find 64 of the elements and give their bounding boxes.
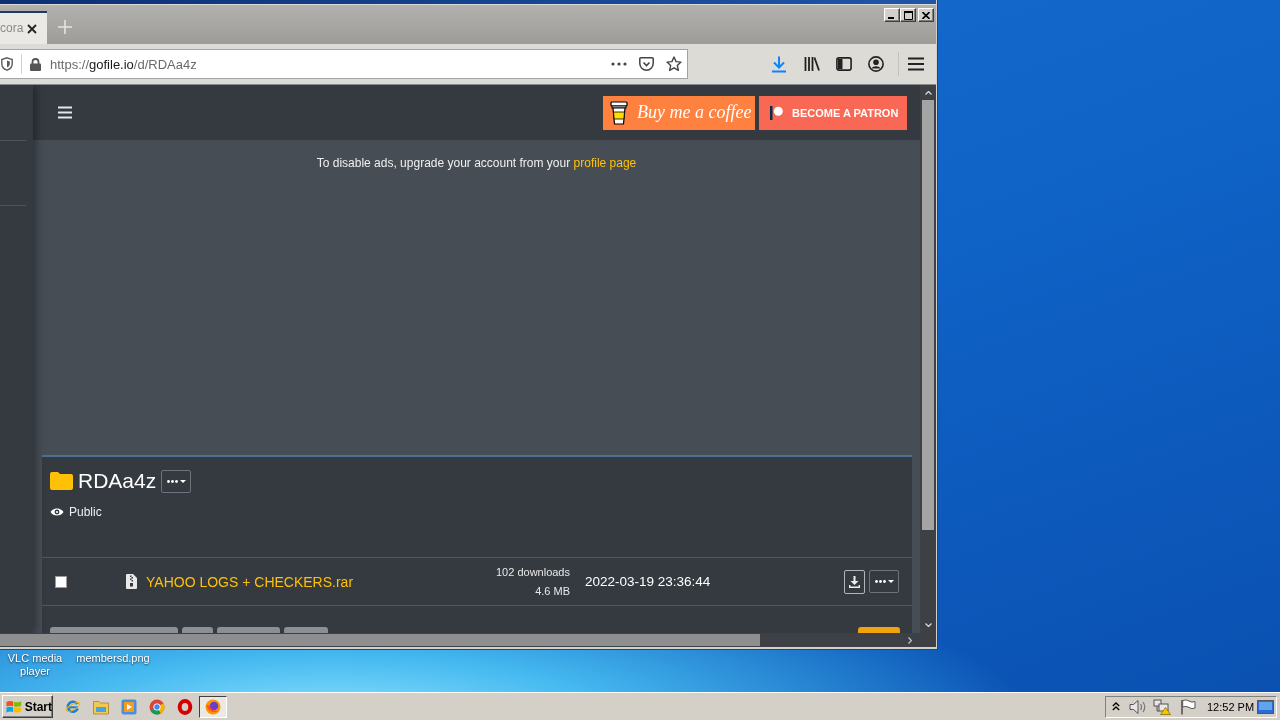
network-icon[interactable] <box>1153 698 1171 715</box>
visibility-label: Public <box>69 505 102 519</box>
lock-icon[interactable] <box>30 57 41 71</box>
sidebar-icon[interactable] <box>836 57 852 71</box>
download-button[interactable] <box>844 569 865 594</box>
orbit-ring-icon <box>65 698 81 715</box>
speaker-icon[interactable] <box>1129 698 1147 715</box>
clock-text[interactable]: 12:52 PM <box>1207 700 1255 713</box>
desktop-icon-label[interactable]: VLC media player <box>2 652 68 678</box>
caret-icon <box>887 580 894 583</box>
taskbar-app-button[interactable] <box>199 695 227 718</box>
flag-icon[interactable] <box>1180 698 1196 715</box>
download-icon[interactable] <box>771 55 787 73</box>
folder-icon <box>93 698 109 715</box>
star-icon[interactable] <box>666 56 682 72</box>
file-size: 4.6 MB <box>535 583 570 599</box>
coffee-cup-icon <box>610 100 628 125</box>
horizontal-scrollbar[interactable] <box>0 633 920 647</box>
ring-icon <box>177 698 193 715</box>
more-icon <box>166 479 178 483</box>
vertical-scrollbar[interactable] <box>920 85 936 633</box>
scrollbar-thumb[interactable] <box>922 100 934 530</box>
download-count: 102 downloads <box>496 564 570 580</box>
wheel-icon <box>149 698 165 715</box>
file-checkbox[interactable] <box>55 575 67 588</box>
pocket-icon[interactable] <box>639 57 654 71</box>
profile-link[interactable]: profile page <box>573 156 637 170</box>
archive-file-icon <box>126 574 137 589</box>
more-icon[interactable] <box>611 62 627 66</box>
tab-title: cora <box>0 21 24 36</box>
folder-name: RDAa4z <box>78 468 157 494</box>
patron-button[interactable]: BECOME A PATRON <box>759 95 907 130</box>
monitor-icon[interactable] <box>1257 699 1274 714</box>
close-icon[interactable] <box>27 23 37 34</box>
download-icon <box>849 575 860 588</box>
file-name-link[interactable]: YAHOO LOGS + CHECKERS.rar <box>146 573 354 590</box>
browser-tab[interactable]: cora <box>0 11 47 44</box>
close-icon <box>922 11 930 19</box>
globe-icon <box>205 698 221 715</box>
folder-icon <box>50 472 73 490</box>
play-icon <box>121 698 137 715</box>
scrollbar-thumb[interactable] <box>0 634 760 646</box>
caret-icon <box>179 479 186 483</box>
address-bar[interactable]: https://gofile.io/d/RDAa4z <box>0 49 688 79</box>
shield-icon[interactable] <box>1 57 13 71</box>
maximize-button[interactable] <box>900 8 916 22</box>
minimize-button[interactable] <box>884 8 900 22</box>
folder-menu-button[interactable] <box>161 469 192 493</box>
eye-icon <box>50 507 64 517</box>
start-button[interactable]: Start <box>2 695 53 718</box>
more-icon <box>874 580 886 583</box>
flag-icon <box>6 699 22 714</box>
close-button[interactable] <box>918 8 934 22</box>
minimize-icon <box>888 16 894 19</box>
menu-icon[interactable] <box>908 57 924 71</box>
file-menu-button[interactable] <box>869 570 899 593</box>
ad-notice: To disable ads, upgrade your account from your profile page <box>316 155 637 171</box>
library-icon[interactable] <box>804 57 820 71</box>
maximize-icon <box>903 10 913 20</box>
upload-date: 2022-03-19 23:36:44 <box>585 574 711 589</box>
patron-logo-icon <box>770 105 783 120</box>
account-icon[interactable] <box>868 56 884 72</box>
url-text: https://gofile.io/d/RDAa4z <box>50 56 197 72</box>
chevron-up-icon[interactable] <box>1112 702 1120 711</box>
